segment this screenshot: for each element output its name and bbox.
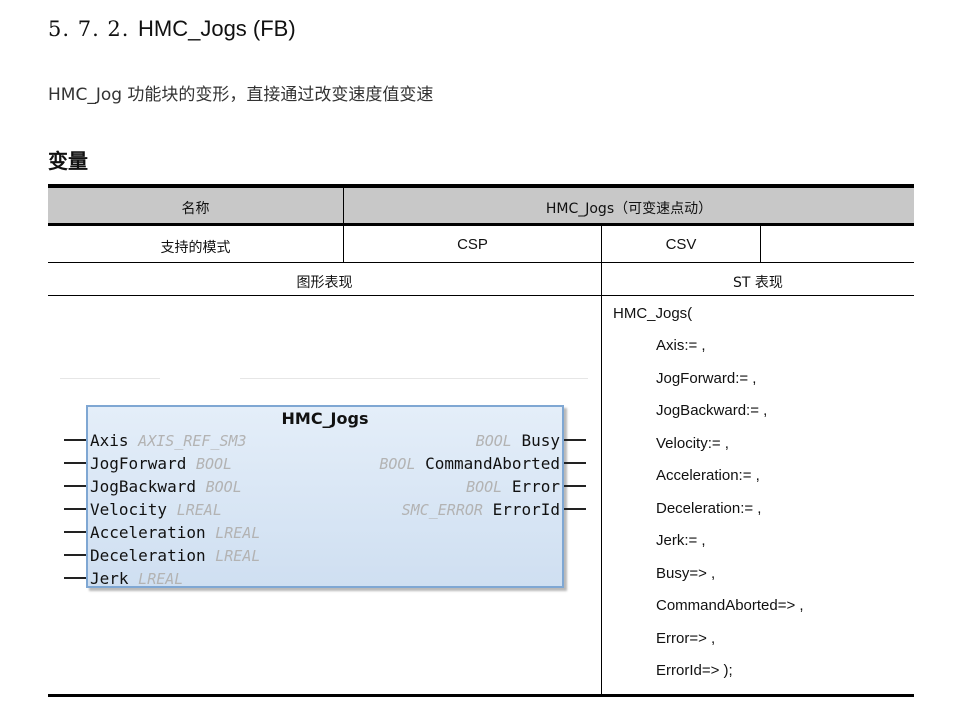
- input-lead: [64, 531, 86, 533]
- section-heading: 5. 7. 2. HMC_Jogs (FB): [48, 14, 296, 44]
- pin-type: LREAL: [176, 501, 222, 519]
- pin-type: BOOL: [379, 455, 416, 473]
- st-line: JogForward:= ,: [656, 370, 757, 387]
- input-lead: [64, 462, 86, 464]
- st-line: Jerk:= ,: [656, 532, 706, 549]
- st-line: Error=> ,: [656, 630, 716, 647]
- pin-name: Velocity: [90, 500, 168, 519]
- st-line: ErrorId=> );: [656, 662, 733, 679]
- pin-name: Deceleration: [90, 546, 206, 565]
- pin-name: Error: [511, 477, 560, 496]
- pin-name: Acceleration: [90, 523, 206, 542]
- pin-name: Busy: [521, 431, 560, 450]
- pin-type: LREAL: [215, 547, 261, 565]
- pin-type: BOOL: [475, 432, 512, 450]
- st-line: Deceleration:= ,: [656, 500, 762, 517]
- output-lead: [564, 439, 586, 441]
- input-lead: [64, 439, 86, 441]
- output-pin-error: BOOL Error: [466, 475, 560, 498]
- name-value: HMC_Jogs（可变速点动）: [545, 201, 713, 217]
- table-top-rule: [48, 184, 914, 188]
- pin-type: BOOL: [466, 478, 503, 496]
- pin-name: ErrorId: [492, 500, 560, 519]
- st-line: CommandAborted=> ,: [656, 597, 804, 614]
- pin-name: Jerk: [90, 569, 129, 588]
- pin-type: BOOL: [205, 478, 242, 496]
- variables-heading: 变量: [48, 149, 88, 173]
- st-line: Velocity:= ,: [656, 435, 729, 452]
- table-bottom-rule: [48, 694, 914, 697]
- function-block-diagram: HMC_Jogs Axis AXIS_REF_SM3 JogForward BO…: [86, 405, 564, 588]
- st-line: JogBackward:= ,: [656, 402, 768, 419]
- mode-csv: CSV: [665, 235, 697, 253]
- input-pin-jogforward: JogForward BOOL: [90, 452, 232, 475]
- graphic-label: 图形表现: [296, 275, 353, 291]
- input-pin-deceleration: Deceleration LREAL: [90, 544, 260, 567]
- mode-csp: CSP: [457, 235, 488, 253]
- pin-type: BOOL: [195, 455, 233, 473]
- st-line: Axis:= ,: [656, 337, 706, 354]
- pin-name: JogBackward: [90, 477, 196, 496]
- modes-label: 支持的模式: [160, 240, 231, 256]
- diagram-faint-rule: [60, 378, 160, 379]
- section-number: 5. 7. 2.: [48, 17, 130, 41]
- input-lead: [64, 508, 86, 510]
- name-label: 名称: [181, 201, 210, 217]
- pin-type: LREAL: [215, 524, 261, 542]
- diagram-faint-rule: [240, 378, 588, 379]
- intro-text: HMC_Jog 功能块的变形，直接通过改变速度值变速: [48, 85, 434, 105]
- st-line: HMC_Jogs(: [613, 305, 693, 322]
- input-pin-jerk: Jerk LREAL: [90, 567, 183, 590]
- output-pin-busy: BOOL Busy: [476, 429, 560, 452]
- pin-name: Axis: [90, 431, 129, 450]
- pin-name: CommandAborted: [425, 454, 560, 473]
- output-lead: [564, 508, 586, 510]
- output-lead: [564, 485, 586, 487]
- function-block-title: HMC_Jogs: [281, 409, 369, 428]
- pin-name: JogForward: [90, 454, 187, 473]
- mode-empty: [761, 226, 914, 262]
- input-pin-acceleration: Acceleration LREAL: [90, 521, 260, 544]
- st-line: Acceleration:= ,: [656, 467, 760, 484]
- pin-type: AXIS_REF_SM3: [138, 432, 247, 450]
- input-lead: [64, 577, 86, 579]
- input-pin-velocity: Velocity LREAL: [90, 498, 222, 521]
- output-lead: [564, 462, 586, 464]
- output-pin-errorid: SMC_ERROR ErrorId: [402, 498, 560, 521]
- pin-type: LREAL: [138, 570, 184, 588]
- input-lead: [64, 485, 86, 487]
- output-pin-commandaborted: BOOL CommandAborted: [379, 452, 560, 475]
- input-pin-jogbackward: JogBackward BOOL: [90, 475, 242, 498]
- input-lead: [64, 554, 86, 556]
- pin-type: SMC_ERROR: [401, 501, 483, 519]
- input-pin-axis: Axis AXIS_REF_SM3: [90, 429, 247, 452]
- st-label: ST 表现: [733, 275, 783, 291]
- st-line: Busy=> ,: [656, 565, 716, 582]
- section-title: HMC_Jogs (FB): [138, 16, 296, 41]
